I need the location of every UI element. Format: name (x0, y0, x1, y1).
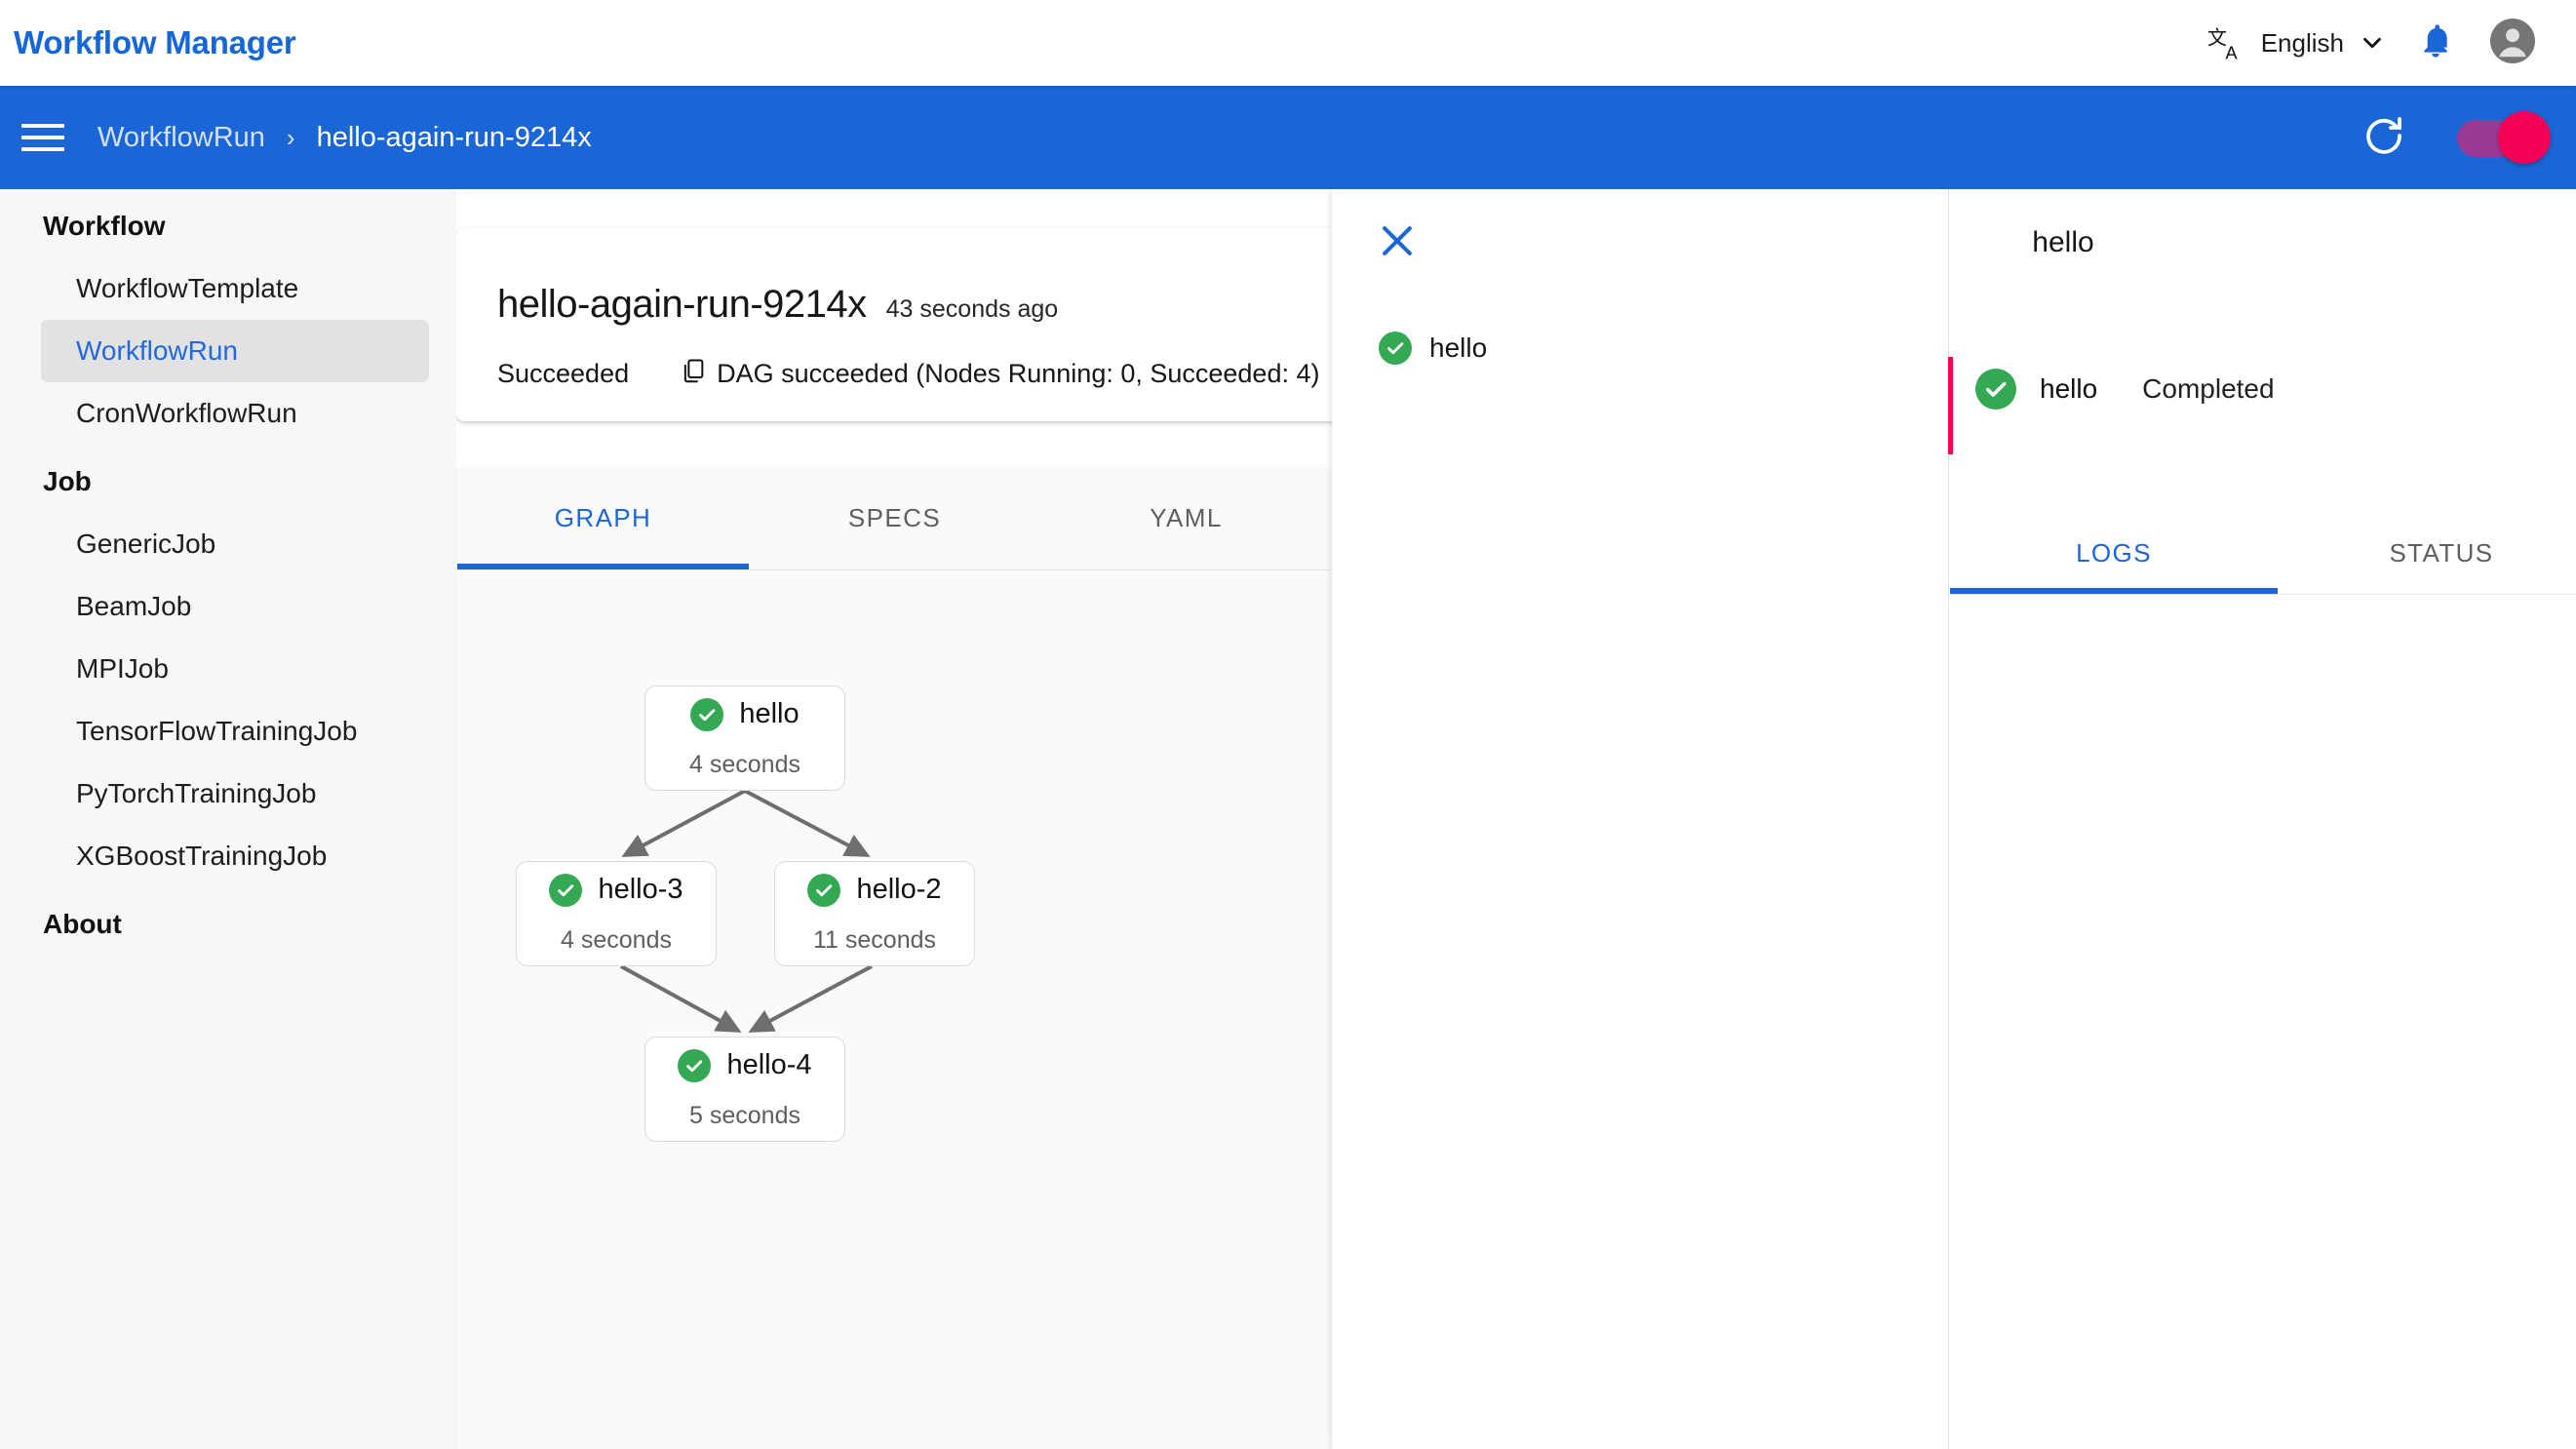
sidebar-item-workflowrun[interactable]: WorkflowRun (41, 320, 429, 382)
language-selector[interactable]: 文 A English (2197, 22, 2397, 63)
graph-node-hello[interactable]: hello 4 seconds (644, 685, 845, 791)
run-summary-card: hello-again-run-9214x 43 seconds ago Suc… (456, 228, 1332, 421)
sidebar-item-genericjob[interactable]: GenericJob (41, 513, 429, 575)
tab-yaml[interactable]: YAML (1040, 467, 1332, 569)
graph-node-hello-4[interactable]: hello-4 5 seconds (644, 1037, 845, 1142)
notifications-button[interactable] (2397, 4, 2475, 82)
selected-node-name: hello (2040, 373, 2098, 404)
list-item-label: hello (1429, 333, 1488, 363)
breadcrumb: WorkflowRun › hello-again-run-9214x (98, 122, 592, 154)
dag-message-text: DAG succeeded (Nodes Running: 0, Succeed… (717, 359, 1320, 388)
breadcrumb-current: hello-again-run-9214x (316, 121, 592, 153)
check-circle-icon (1379, 332, 1412, 365)
breadcrumb-separator-icon: › (286, 122, 295, 152)
svg-text:文: 文 (2207, 27, 2227, 50)
graph-edges (620, 789, 873, 1033)
svg-text:A: A (2225, 43, 2238, 62)
toggle-thumb (2498, 111, 2551, 164)
list-item[interactable]: hello (1332, 306, 1644, 390)
graph-node-hello-3[interactable]: hello-3 4 seconds (516, 861, 717, 966)
breadcrumb-bar: WorkflowRun › hello-again-run-9214x (0, 86, 2576, 189)
graph-node-title: hello-2 (807, 873, 942, 907)
main-content: hello-again-run-9214x 43 seconds ago Suc… (456, 189, 1332, 1449)
check-circle-icon (690, 697, 724, 731)
tab-specs[interactable]: SPECS (749, 467, 1040, 569)
close-icon (1376, 219, 1419, 267)
sidebar-item-mpijob[interactable]: MPIJob (41, 638, 429, 700)
graph-node-label: hello-3 (598, 874, 683, 905)
graph-node-duration: 4 seconds (689, 750, 800, 778)
sidebar-header-workflow: Workflow (43, 211, 166, 241)
breadcrumb-parent[interactable]: WorkflowRun (98, 122, 265, 154)
graph-node-label: hello (739, 698, 800, 729)
graph-node-hello-2[interactable]: hello-2 11 seconds (774, 861, 975, 966)
selected-node-header: hello Completed (1975, 369, 2275, 410)
tab-status[interactable]: STATUS (2278, 513, 2576, 594)
graph-node-title: hello-4 (678, 1048, 812, 1082)
sidebar-item-cronworkflowrun[interactable]: CronWorkflowRun (41, 382, 429, 445)
sidebar-nav: Workflow WorkflowTemplate WorkflowRun Cr… (0, 189, 456, 1449)
copy-icon[interactable] (680, 356, 707, 392)
selected-node-accent (1948, 357, 1953, 454)
tab-logs[interactable]: LOGS (1950, 513, 2278, 594)
app-root: Workflow Manager 文 A English WorkflowRun… (0, 0, 2576, 1449)
sidebar-item-beamjob[interactable]: BeamJob (41, 575, 429, 638)
sidebar-item-xgboosttrainingjob[interactable]: XGBoostTrainingJob (41, 825, 429, 887)
hamburger-menu-icon[interactable] (21, 124, 64, 151)
account-avatar-icon (2490, 18, 2535, 68)
auto-refresh-toggle[interactable] (2453, 111, 2551, 164)
run-detail-tabs-card: GRAPH SPECS YAML hello 4 seconds hello-3… (456, 467, 1332, 1449)
status-badge: Succeeded (497, 359, 630, 388)
sidebar-item-tensorflowtrainingjob[interactable]: TensorFlowTrainingJob (41, 700, 429, 763)
graph-node-title: hello (690, 697, 800, 731)
graph-node-duration: 4 seconds (561, 925, 672, 954)
node-detail-drawer: hello hello hello Completed LOGS STATUS … (1332, 189, 2576, 1449)
selected-node-state: Completed (2142, 373, 2275, 404)
run-age: 43 seconds ago (885, 295, 1059, 323)
notification-bell-icon (2416, 21, 2455, 65)
breadcrumb-actions (2358, 111, 2576, 164)
check-circle-icon (678, 1048, 712, 1082)
check-circle-icon (549, 873, 583, 907)
graph-node-duration: 5 seconds (689, 1101, 800, 1129)
close-drawer-button[interactable] (1369, 215, 1425, 271)
sidebar-group-workflow: Workflow WorkflowTemplate WorkflowRun Cr… (0, 189, 456, 445)
sidebar-group-job: Job GenericJob BeamJob MPIJob TensorFlow… (0, 445, 456, 887)
top-bar-actions: 文 A English (2197, 4, 2576, 82)
tab-graph[interactable]: GRAPH (457, 467, 749, 569)
sidebar-header-about[interactable]: About (0, 887, 456, 956)
drawer-tabbar: LOGS STATUS SPECS (1950, 513, 2576, 595)
language-label: English (2260, 27, 2344, 58)
page-title: hello-again-run-9214x (497, 283, 867, 326)
check-circle-icon (1975, 369, 2016, 410)
account-button[interactable] (2475, 4, 2551, 82)
refresh-icon (2361, 112, 2407, 164)
top-app-bar: Workflow Manager 文 A English (0, 0, 2576, 86)
graph-node-title: hello-3 (549, 873, 683, 907)
sidebar-item-workflowtemplate[interactable]: WorkflowTemplate (41, 257, 429, 320)
chevron-down-icon (2358, 28, 2387, 58)
main-tabbar: GRAPH SPECS YAML (457, 467, 1332, 570)
sidebar-item-pytorchtrainingjob[interactable]: PyTorchTrainingJob (41, 763, 429, 825)
workflow-graph[interactable]: hello 4 seconds hello-3 4 seconds hello-… (457, 570, 1332, 1448)
app-title: Workflow Manager (14, 24, 296, 60)
sidebar-header-job: Job (43, 466, 92, 496)
graph-node-label: hello-2 (856, 874, 942, 905)
graph-node-duration: 11 seconds (812, 925, 936, 954)
graph-node-label: hello-4 (726, 1049, 812, 1080)
refresh-button[interactable] (2358, 111, 2410, 164)
translate-icon: 文 A (2206, 22, 2247, 63)
run-summary-status-row: Succeeded DAG succeeded (Nodes Running: … (456, 327, 1332, 392)
drawer-node-list: hello (1332, 306, 1644, 390)
run-summary-heading: hello-again-run-9214x 43 seconds ago (456, 228, 1332, 327)
dag-message: DAG succeeded (Nodes Running: 0, Succeed… (680, 356, 1319, 392)
check-circle-icon (807, 873, 841, 907)
